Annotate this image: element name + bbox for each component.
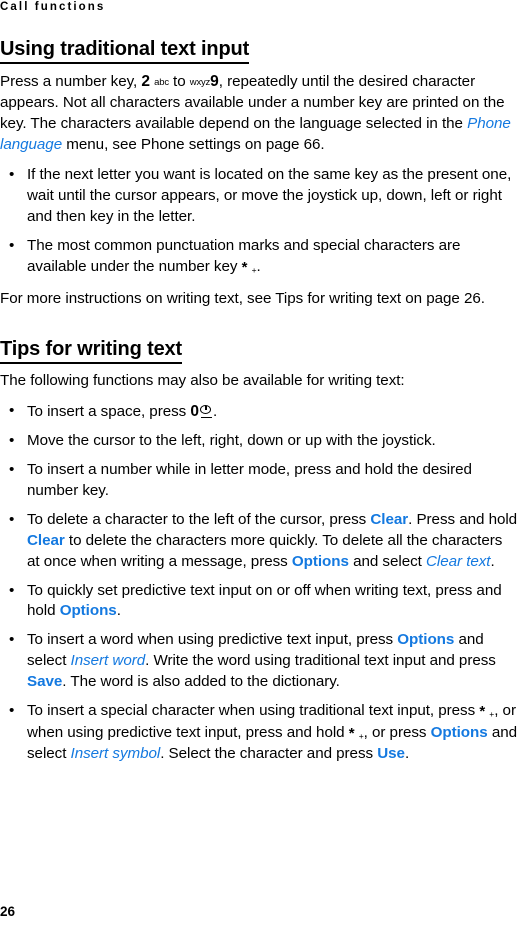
bullet-dot-icon: •	[9, 236, 15, 254]
bullet-text-next-letter: If the next letter you want is located o…	[27, 165, 512, 225]
section-heading-wrap-1: Using traditional text input	[0, 38, 518, 68]
intro-part-2: to	[168, 73, 190, 91]
paragraph-tips-intro: The following functions may also be avai…	[0, 372, 405, 390]
softkey-use[interactable]: Use	[377, 745, 405, 762]
insert-special-p1: To insert a special character when using…	[27, 702, 480, 719]
insert-number-text: To insert a number while in letter mode,…	[27, 461, 472, 499]
key-2-abc: 2 abc	[141, 73, 169, 90]
star-key-icon: *	[479, 703, 486, 720]
insert-space-suffix: .	[212, 403, 218, 421]
key-9-wxyz: wxyz9	[190, 73, 219, 90]
bullet-list-traditional: • If the next letter you want is located…	[0, 165, 518, 278]
bullet-dot-icon: •	[9, 510, 15, 528]
star-key-icon: *	[241, 258, 248, 276]
space-key-icon	[199, 405, 213, 419]
list-item: • The most common punctuation marks and …	[0, 236, 518, 279]
key-2-digit: 2	[141, 73, 150, 91]
page-number: 26	[0, 904, 16, 919]
key-9-letters: wxyz	[189, 77, 211, 89]
list-item-insert-special-character: • To insert a special character when usi…	[0, 701, 518, 765]
space-key-tick	[204, 406, 207, 411]
section-heading-wrap-2: Tips for writing text	[0, 338, 518, 368]
list-item-insert-number: • To insert a number while in letter mod…	[0, 460, 518, 502]
list-item: • If the next letter you want is located…	[0, 165, 518, 228]
paragraph-more-instructions: For more instructions on writing text, s…	[0, 290, 485, 308]
list-item-move-cursor: • Move the cursor to the left, right, do…	[0, 431, 518, 452]
key-9-digit: 9	[210, 73, 219, 91]
key-star-plus-1: * +	[479, 702, 494, 720]
bullet-dot-icon: •	[9, 631, 15, 649]
document-page: Call functions Using traditional text in…	[0, 0, 518, 925]
softkey-options-toggle[interactable]: Options	[60, 602, 117, 619]
bullet-text-punctuation-suffix: .	[256, 257, 261, 275]
bullet-dot-icon: •	[9, 432, 15, 450]
softkey-clear[interactable]: Clear	[370, 511, 408, 528]
page-content: Using traditional text input Press a num…	[0, 38, 518, 765]
toggle-predictive-p2: .	[116, 602, 121, 620]
move-cursor-text: Move the cursor to the left, right, down…	[27, 432, 436, 450]
softkey-options-insert-word[interactable]: Options	[397, 631, 454, 648]
key-0-space: 0	[190, 403, 213, 420]
softkey-options-insert-symbol[interactable]: Options	[431, 724, 488, 741]
list-item-delete-character: • To delete a character to the left of t…	[0, 510, 518, 573]
key-star-plus-2: * +	[348, 724, 364, 742]
softkey-options[interactable]: Options	[292, 553, 349, 570]
menu-item-insert-symbol[interactable]: Insert symbol	[71, 745, 161, 762]
insert-word-p1: To insert a word when using predictive t…	[27, 631, 398, 649]
intro-part-4: menu, see Phone settings on page 66.	[62, 136, 325, 154]
space-key-bar	[200, 416, 212, 419]
key-star-plus: * +	[241, 258, 257, 276]
menu-item-clear-text[interactable]: Clear text	[426, 553, 491, 570]
section-heading-traditional-text-input: Using traditional text input	[0, 38, 249, 65]
softkey-save[interactable]: Save	[27, 673, 62, 690]
insert-special-p3: , or press	[363, 723, 431, 741]
key-0-digit: 0	[190, 403, 199, 421]
bullet-dot-icon: •	[9, 702, 15, 719]
paragraph-traditional-intro: Press a number key, 2 abc to wxyz9, repe…	[0, 71, 518, 156]
star-key-icon: *	[348, 724, 355, 742]
insert-word-p3: . Write the word using traditional text …	[145, 652, 496, 670]
running-header: Call functions	[0, 1, 106, 13]
softkey-clear-2[interactable]: Clear	[27, 532, 65, 549]
bullet-dot-icon: •	[9, 402, 15, 420]
key-2-letters: abc	[154, 77, 169, 89]
list-item-insert-word: • To insert a word when using predictive…	[0, 630, 518, 693]
list-item-insert-space: • To insert a space, press 0.	[0, 401, 518, 423]
bullet-dot-icon: •	[9, 165, 15, 183]
delete-char-p4: and select	[348, 552, 426, 570]
delete-char-p5: .	[490, 552, 495, 570]
bullet-dot-icon: •	[9, 461, 15, 479]
insert-special-p6: .	[404, 745, 410, 763]
bullet-list-tips: • To insert a space, press 0. • Move the…	[0, 401, 518, 765]
section-heading-tips-for-writing-text: Tips for writing text	[0, 338, 182, 365]
delete-char-p2: . Press and hold	[408, 510, 518, 528]
insert-special-p5: . Select the character and press	[160, 745, 378, 763]
intro-part-1: Press a number key,	[0, 73, 142, 91]
insert-space-prefix: To insert a space, press	[27, 403, 191, 421]
insert-word-p4: . The word is also added to the dictiona…	[62, 673, 340, 691]
list-item-toggle-predictive: • To quickly set predictive text input o…	[0, 581, 518, 623]
bullet-dot-icon: •	[9, 581, 15, 599]
delete-char-p1: To delete a character to the left of the…	[27, 510, 371, 528]
menu-item-insert-word[interactable]: Insert word	[71, 652, 146, 669]
